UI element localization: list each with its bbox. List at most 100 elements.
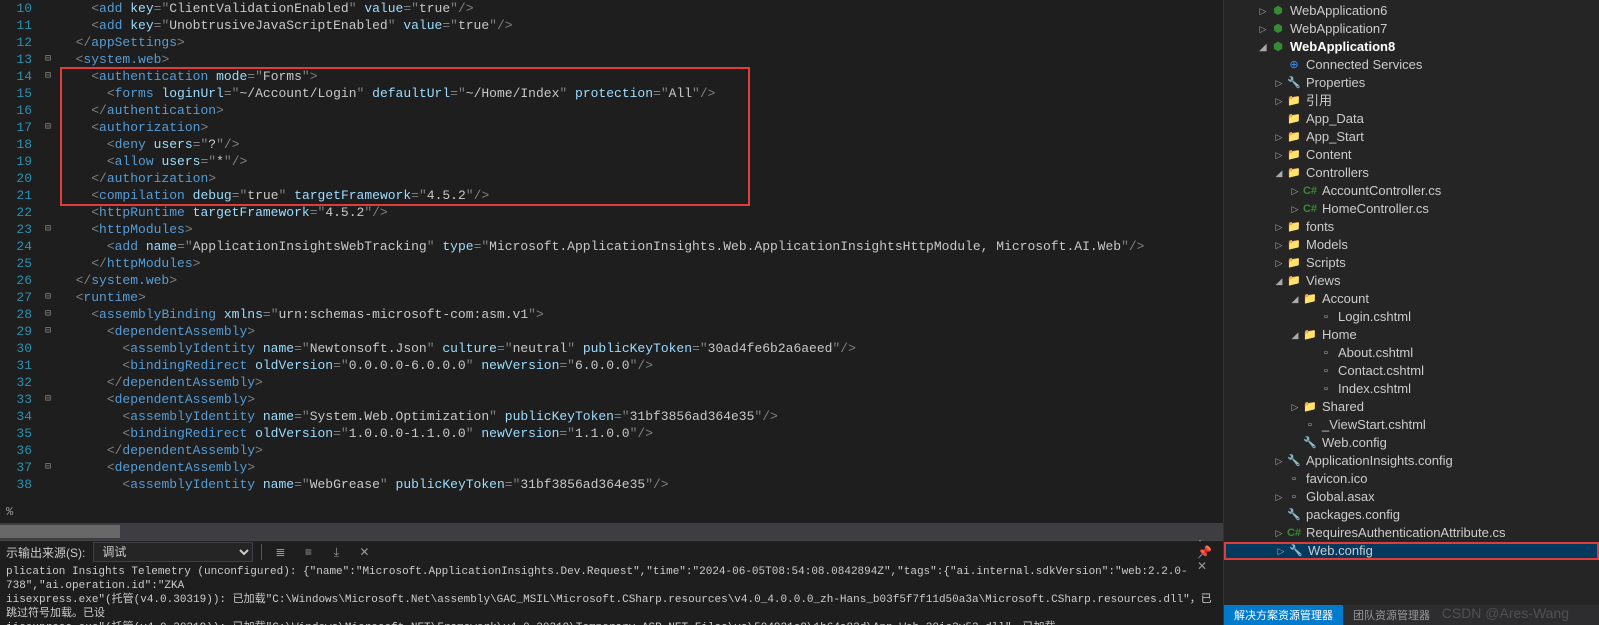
fold-toggle[interactable]: ⊟ [40,391,56,408]
code-line[interactable]: <authentication mode="Forms"> [56,68,1223,85]
tree-item[interactable]: ▫Index.cshtml [1224,380,1599,398]
tree-item[interactable]: ▷C#RequiresAuthenticationAttribute.cs [1224,524,1599,542]
expand-icon[interactable]: ◢ [1288,290,1302,308]
code-line[interactable]: <authorization> [56,119,1223,136]
code-line[interactable]: </dependentAssembly> [56,442,1223,459]
expand-icon[interactable]: ▷ [1272,254,1286,272]
tree-item[interactable]: ▫favicon.ico [1224,470,1599,488]
output-text[interactable]: plication Insights Telemetry (unconfigur… [0,563,1223,625]
output-toolbar-icon[interactable]: ≣ [270,542,290,562]
tree-item[interactable]: ▷📁Models [1224,236,1599,254]
code-line[interactable]: <httpModules> [56,221,1223,238]
tree-item[interactable]: ▷⬢WebApplication6 [1224,2,1599,20]
code-line[interactable]: <system.web> [56,51,1223,68]
code-line[interactable]: </authorization> [56,170,1223,187]
expand-icon[interactable]: ▷ [1256,2,1270,20]
clear-icon[interactable]: ✕ [354,542,374,562]
code-line[interactable]: <deny users="?"/> [56,136,1223,153]
code-line[interactable]: </appSettings> [56,34,1223,51]
tree-item[interactable]: 🔧Web.config [1224,434,1599,452]
code-line[interactable]: <httpRuntime targetFramework="4.5.2"/> [56,204,1223,221]
tree-item[interactable]: ▷C#AccountController.cs [1224,182,1599,200]
expand-icon[interactable]: ▷ [1288,398,1302,416]
fold-toggle[interactable]: ⊟ [40,68,56,85]
pin-icon[interactable]: ▾ 📌 ✕ [1197,542,1217,562]
tree-item[interactable]: ▷📁Scripts [1224,254,1599,272]
tree-item[interactable]: ▷📁Content [1224,146,1599,164]
code-line[interactable]: <assemblyIdentity name="WebGrease" publi… [56,476,1223,493]
tree-item[interactable]: ⊕Connected Services [1224,56,1599,74]
code-line[interactable]: <add key="ClientValidationEnabled" value… [56,0,1223,17]
code-line[interactable]: <runtime> [56,289,1223,306]
tree-item[interactable]: 📁App_Data [1224,110,1599,128]
tree-item[interactable]: ▫Login.cshtml [1224,308,1599,326]
code-line[interactable]: <dependentAssembly> [56,459,1223,476]
code-line[interactable]: <assemblyIdentity name="System.Web.Optim… [56,408,1223,425]
code-line[interactable]: <assemblyIdentity name="Newtonsoft.Json"… [56,340,1223,357]
horizontal-scrollbar[interactable] [0,523,1223,540]
tree-item[interactable]: ▷📁Shared [1224,398,1599,416]
code-line[interactable]: </httpModules> [56,255,1223,272]
code-line[interactable]: <bindingRedirect oldVersion="0.0.0.0-6.0… [56,357,1223,374]
code-line[interactable]: <add key="UnobtrusiveJavaScriptEnabled" … [56,17,1223,34]
code-line[interactable]: </system.web> [56,272,1223,289]
fold-toggle[interactable]: ⊟ [40,221,56,238]
solution-explorer-tab[interactable]: 解决方案资源管理器 [1224,605,1343,625]
tree-item[interactable]: ▷📁App_Start [1224,128,1599,146]
tree-item[interactable]: ▷🔧Properties [1224,74,1599,92]
tree-item[interactable]: ▷📁引用 [1224,92,1599,110]
expand-icon[interactable]: ▷ [1272,452,1286,470]
output-source-select[interactable]: 调试 [93,542,253,562]
code-line[interactable]: <forms loginUrl="~/Account/Login" defaul… [56,85,1223,102]
tree-item[interactable]: ◢📁Controllers [1224,164,1599,182]
solution-explorer[interactable]: ▷⬢WebApplication6▷⬢WebApplication7◢⬢WebA… [1223,0,1599,625]
tree-item[interactable]: ▫About.cshtml [1224,344,1599,362]
code-line[interactable]: <allow users="*"/> [56,153,1223,170]
team-explorer-tab[interactable]: 团队资源管理器 [1343,605,1440,625]
code-line[interactable]: </authentication> [56,102,1223,119]
code-editor[interactable]: 1011121314151617181920212223242526272829… [0,0,1223,505]
code-line[interactable]: </dependentAssembly> [56,374,1223,391]
expand-icon[interactable]: ▷ [1272,236,1286,254]
code-line[interactable]: <assemblyBinding xmlns="urn:schemas-micr… [56,306,1223,323]
tree-item[interactable]: ▷C#HomeController.cs [1224,200,1599,218]
expand-icon[interactable]: ▷ [1272,92,1286,110]
expand-icon[interactable]: ▷ [1288,200,1302,218]
tree-item[interactable]: ◢📁Account [1224,290,1599,308]
expand-icon[interactable]: ◢ [1288,326,1302,344]
output-toolbar-icon[interactable]: ≡ [298,542,318,562]
expand-icon[interactable]: ◢ [1272,164,1286,182]
expand-icon[interactable]: ▷ [1272,74,1286,92]
expand-icon[interactable]: ◢ [1272,272,1286,290]
code-line[interactable]: <add name="ApplicationInsightsWebTrackin… [56,238,1223,255]
tree-item[interactable]: ▷🔧Web.config [1224,542,1599,560]
code-line[interactable]: <compilation debug="true" targetFramewor… [56,187,1223,204]
tree-item[interactable]: ▫Contact.cshtml [1224,362,1599,380]
expand-icon[interactable]: ▷ [1288,182,1302,200]
tree-item[interactable]: ◢📁Views [1224,272,1599,290]
expand-icon[interactable]: ▷ [1272,218,1286,236]
expand-icon[interactable]: ▷ [1274,542,1288,560]
code-line[interactable]: <dependentAssembly> [56,323,1223,340]
expand-icon[interactable]: ▷ [1272,524,1286,542]
fold-toggle[interactable]: ⊟ [40,119,56,136]
tree-item[interactable]: ▷📁fonts [1224,218,1599,236]
code-line[interactable]: <dependentAssembly> [56,391,1223,408]
tree-item[interactable]: ▷▫Global.asax [1224,488,1599,506]
expand-icon[interactable]: ▷ [1256,20,1270,38]
output-toolbar-icon[interactable]: ⤓ [326,542,346,562]
fold-toggle[interactable]: ⊟ [40,306,56,323]
tree-item[interactable]: ▷🔧ApplicationInsights.config [1224,452,1599,470]
fold-toggle[interactable]: ⊟ [40,323,56,340]
tree-item[interactable]: ▷⬢WebApplication7 [1224,20,1599,38]
tree-item[interactable]: ◢⬢WebApplication8 [1224,38,1599,56]
expand-icon[interactable]: ▷ [1272,488,1286,506]
fold-toggle[interactable]: ⊟ [40,289,56,306]
expand-icon[interactable]: ▷ [1272,128,1286,146]
tree-item[interactable]: 🔧packages.config [1224,506,1599,524]
expand-icon[interactable]: ▷ [1272,146,1286,164]
code-line[interactable]: <bindingRedirect oldVersion="1.0.0.0-1.1… [56,425,1223,442]
fold-toggle[interactable]: ⊟ [40,51,56,68]
expand-icon[interactable]: ◢ [1256,38,1270,56]
tree-item[interactable]: ▫_ViewStart.cshtml [1224,416,1599,434]
